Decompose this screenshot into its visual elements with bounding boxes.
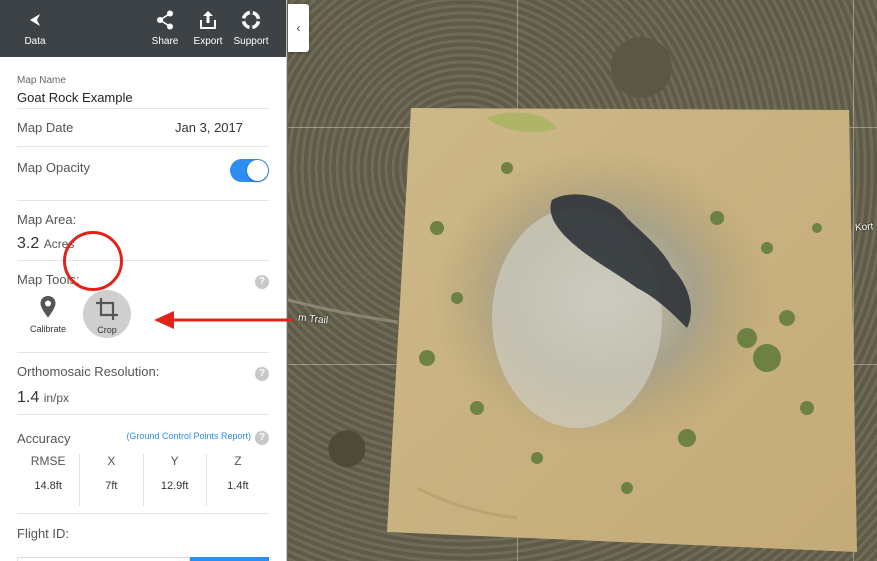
- top-toolbar: Data Share Export Support: [0, 0, 286, 57]
- back-to-data-button[interactable]: Data: [14, 10, 56, 47]
- accuracy-value: 7ft: [105, 480, 118, 492]
- accuracy-col-z: Z 1.4ft: [207, 454, 269, 506]
- map-date-label: Map Date: [17, 120, 74, 135]
- export-icon: [190, 10, 226, 30]
- crop-icon-background: Crop: [83, 290, 131, 338]
- resolution-unit: in/px: [43, 391, 70, 405]
- annotation-arrow: [154, 311, 292, 329]
- support-button[interactable]: Support: [230, 10, 272, 47]
- crop-icon: [96, 298, 118, 320]
- map-tools-row: Map Tools: ? Calibrate Crop: [17, 261, 269, 353]
- export-button[interactable]: Export: [190, 10, 226, 47]
- crop-label: Crop: [97, 325, 117, 335]
- map-area-row: Map Area: 3.2 Acres: [17, 201, 269, 261]
- map-details-panel: Map Name Goat Rock Example Map Date Jan …: [17, 57, 269, 554]
- accuracy-col-x: X 7ft: [80, 454, 144, 506]
- lifebuoy-icon: [230, 10, 272, 30]
- map-area-label: Map Area:: [17, 212, 77, 227]
- accuracy-value: 12.9ft: [160, 480, 189, 492]
- resolution-value-group: 1.4 in/px: [17, 389, 269, 407]
- map-area-unit: Acres: [43, 237, 75, 251]
- gcp-report-link[interactable]: (Ground Control Points Report): [126, 431, 251, 441]
- map-name-row: Map Name Goat Rock Example: [17, 57, 269, 109]
- map-opacity-row: Map Opacity: [17, 147, 269, 201]
- map-area-value: 3.2: [17, 235, 40, 252]
- back-label: Data: [24, 36, 46, 47]
- calibrate-label: Calibrate: [29, 324, 67, 334]
- location-pin-icon: [24, 296, 72, 320]
- accuracy-help-icon[interactable]: ?: [255, 431, 269, 445]
- sidebar: Data Share Export Support Map Name Goat …: [0, 0, 287, 561]
- share-button[interactable]: Share: [148, 10, 182, 47]
- map-tools-help-icon[interactable]: ?: [255, 275, 269, 289]
- resolution-label: Orthomosaic Resolution:: [17, 364, 160, 379]
- resolution-help-icon[interactable]: ?: [255, 367, 269, 381]
- accuracy-row: Accuracy (Ground Control Points Report) …: [17, 415, 269, 514]
- chevron-left-icon: ‹: [296, 21, 301, 35]
- map-opacity-label: Map Opacity: [17, 160, 90, 175]
- orthomosaic-overlay[interactable]: [387, 108, 861, 552]
- toggle-knob: [247, 160, 268, 181]
- map-tools-label: Map Tools:: [17, 272, 80, 287]
- map-name-label: Map Name: [17, 75, 66, 86]
- support-label: Support: [233, 36, 269, 47]
- map-date-row: Map Date Jan 3, 2017: [17, 109, 269, 147]
- flight-id-row: Flight ID:: [17, 514, 269, 554]
- map-opacity-toggle[interactable]: [230, 159, 269, 182]
- share-icon: [148, 10, 182, 30]
- accuracy-col-y: Y 12.9ft: [144, 454, 207, 506]
- map-name-value[interactable]: Goat Rock Example: [17, 90, 269, 105]
- flight-id-field[interactable]: [17, 557, 190, 561]
- accuracy-col-rmse: RMSE 14.8ft: [17, 454, 81, 506]
- collapse-sidebar-button[interactable]: ‹: [288, 4, 309, 52]
- accuracy-table: RMSE 14.8ft X 7ft Y 12.9ft Z 1.4ft: [17, 454, 269, 506]
- accuracy-header: Y: [170, 454, 179, 468]
- accuracy-header: Z: [234, 454, 242, 468]
- map-area-value-group: 3.2 Acres: [17, 235, 269, 253]
- back-arrow-icon: [14, 10, 56, 30]
- export-label: Export: [193, 36, 223, 47]
- resolution-row: Orthomosaic Resolution: ? 1.4 in/px: [17, 353, 269, 415]
- calibrate-tool-button[interactable]: Calibrate: [24, 296, 72, 334]
- accuracy-value: 1.4ft: [227, 480, 249, 492]
- flight-id-button[interactable]: [190, 557, 269, 561]
- accuracy-header: RMSE: [30, 454, 66, 468]
- resolution-value: 1.4: [17, 389, 40, 406]
- accuracy-value: 14.8ft: [34, 480, 62, 492]
- map-date-value[interactable]: Jan 3, 2017: [175, 120, 243, 135]
- crop-tool-button[interactable]: Crop: [83, 290, 131, 338]
- accuracy-header: X: [107, 454, 116, 468]
- share-label: Share: [151, 36, 179, 47]
- flight-id-label: Flight ID:: [17, 526, 70, 541]
